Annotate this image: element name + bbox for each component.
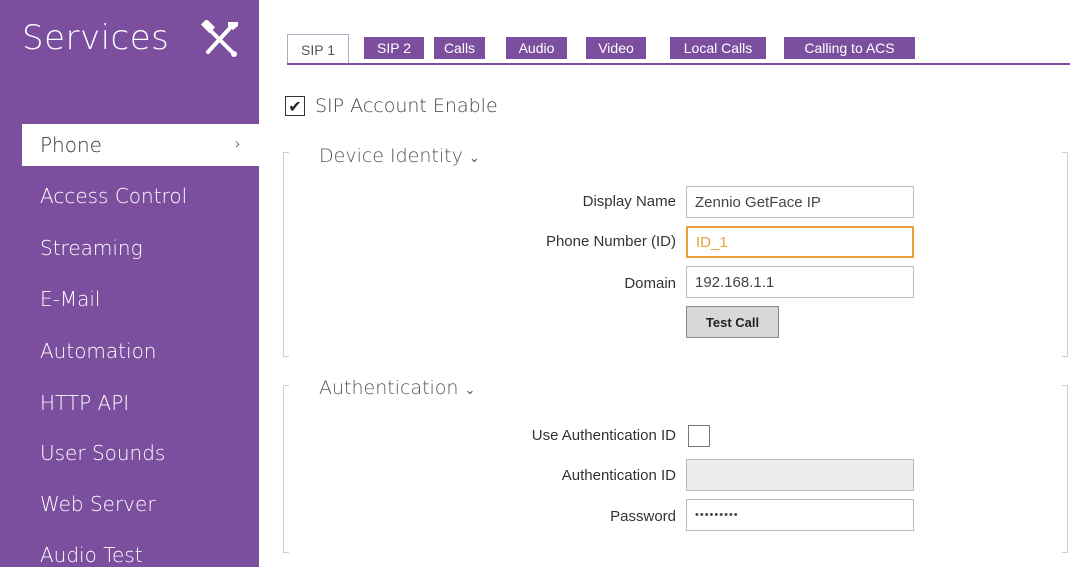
sidebar-item-access-control[interactable]: Access Control [22, 175, 259, 217]
authentication-title: Authentication [319, 377, 459, 399]
sidebar: Services Phone › Access Control Streamin… [0, 0, 259, 567]
tab-calling-to-acs[interactable]: Calling to ACS [784, 37, 915, 59]
fieldset-bracket-left [283, 152, 289, 357]
use-auth-id-checkbox[interactable] [688, 425, 710, 447]
sidebar-item-email[interactable]: E-Mail [22, 278, 259, 320]
device-identity-title: Device Identity [319, 145, 463, 167]
tab-sip-2[interactable]: SIP 2 [364, 37, 424, 59]
use-auth-id-label: Use Authentication ID [531, 427, 676, 444]
domain-label: Domain [624, 275, 676, 292]
tools-icon [200, 20, 238, 57]
authentication-header[interactable]: Authentication ⌄ [319, 377, 475, 399]
display-name-input[interactable]: Zennio GetFace IP [686, 186, 914, 218]
sidebar-item-streaming[interactable]: Streaming [22, 227, 259, 269]
sidebar-item-audio-test[interactable]: Audio Test [22, 534, 259, 567]
sidebar-item-label: E-Mail [40, 287, 101, 311]
auth-id-label: Authentication ID [561, 467, 676, 484]
sidebar-item-web-server[interactable]: Web Server [22, 483, 259, 525]
checkmark-icon: ✔ [288, 96, 302, 116]
sidebar-item-label: Phone [40, 133, 102, 157]
sip-account-enable-row: ✔ SIP Account Enable [285, 95, 498, 117]
sidebar-item-label: Streaming [40, 236, 143, 260]
sidebar-item-label: HTTP API [40, 391, 130, 415]
tab-sip-1[interactable]: SIP 1 [287, 34, 349, 64]
sidebar-item-label: Access Control [40, 184, 188, 208]
sidebar-item-user-sounds[interactable]: User Sounds [22, 432, 259, 474]
password-input[interactable]: ••••••••• [686, 499, 914, 531]
sidebar-header: Services [0, 0, 259, 90]
phone-number-label: Phone Number (ID) [545, 233, 676, 250]
sidebar-item-label: User Sounds [40, 441, 166, 465]
sip-account-enable-label: SIP Account Enable [315, 95, 498, 117]
sidebar-item-http-api[interactable]: HTTP API [22, 382, 259, 424]
sidebar-item-label: Automation [40, 339, 157, 363]
sidebar-title: Services [22, 18, 170, 58]
chevron-down-icon: ⌄ [464, 383, 476, 398]
sidebar-item-label: Web Server [40, 492, 156, 516]
tab-video[interactable]: Video [586, 37, 646, 59]
display-name-label: Display Name [582, 193, 676, 210]
chevron-down-icon: ⌄ [468, 151, 480, 166]
tab-local-calls[interactable]: Local Calls [670, 37, 766, 59]
fieldset-bracket-right [1062, 152, 1068, 357]
device-identity-header[interactable]: Device Identity ⌄ [319, 145, 480, 167]
sidebar-item-automation[interactable]: Automation [22, 330, 259, 372]
fieldset-bracket-right [1062, 385, 1068, 553]
tab-audio[interactable]: Audio [506, 37, 567, 59]
chevron-right-icon: › [234, 134, 241, 153]
auth-id-input[interactable] [686, 459, 914, 491]
test-call-button[interactable]: Test Call [686, 306, 779, 338]
sidebar-item-phone[interactable]: Phone › [22, 124, 259, 166]
fieldset-bracket-left [283, 385, 289, 553]
sidebar-item-label: Audio Test [40, 543, 143, 567]
domain-input[interactable]: 192.168.1.1 [686, 266, 914, 298]
sip-account-enable-checkbox[interactable]: ✔ [285, 96, 305, 116]
phone-number-input[interactable]: ID_1 [686, 226, 914, 258]
tab-underline [287, 63, 1070, 65]
tab-calls[interactable]: Calls [434, 37, 485, 59]
password-label: Password [610, 508, 676, 525]
